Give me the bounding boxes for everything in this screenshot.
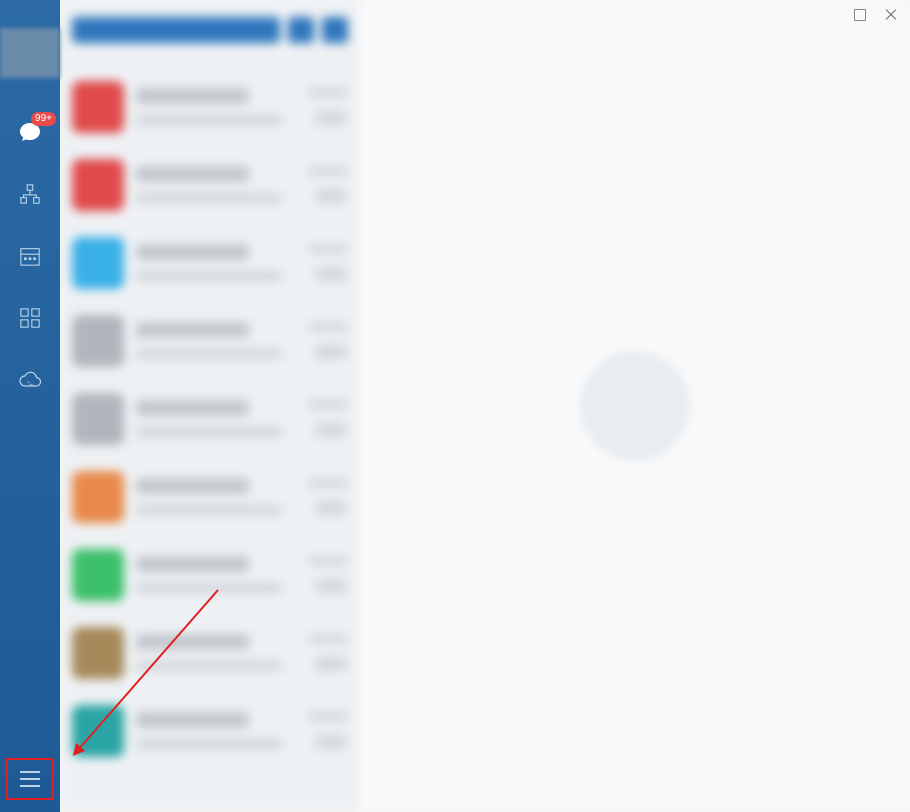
add-button[interactable] — [288, 17, 314, 43]
chat-meta — [298, 400, 348, 438]
window-controls — [830, 0, 910, 30]
chat-avatar — [72, 471, 124, 523]
search-input[interactable] — [72, 17, 280, 43]
chat-item[interactable] — [60, 692, 360, 770]
chat-text — [136, 322, 298, 360]
chat-item[interactable] — [60, 536, 360, 614]
chat-text — [136, 634, 298, 672]
chat-icon[interactable]: 99+ — [18, 120, 42, 144]
chat-text — [136, 478, 298, 516]
calendar-icon[interactable] — [18, 244, 42, 268]
chat-badge: 99+ — [31, 112, 56, 126]
hamburger-icon — [20, 771, 40, 787]
chat-avatar — [72, 393, 124, 445]
chat-avatar — [72, 315, 124, 367]
chat-item[interactable] — [60, 68, 360, 146]
chat-meta — [298, 712, 348, 750]
chat-list-panel — [60, 0, 360, 812]
menu-button[interactable] — [6, 758, 54, 800]
chat-item[interactable] — [60, 458, 360, 536]
chat-meta — [298, 322, 348, 360]
chat-meta — [298, 88, 348, 126]
chat-text — [136, 88, 298, 126]
left-nav-rail: 99+ — [0, 0, 60, 812]
chat-text — [136, 556, 298, 594]
chat-meta — [298, 244, 348, 282]
maximize-button[interactable] — [854, 9, 866, 21]
chat-text — [136, 244, 298, 282]
chat-meta — [298, 634, 348, 672]
chat-avatar — [72, 237, 124, 289]
chat-item[interactable] — [60, 380, 360, 458]
chat-meta — [298, 166, 348, 204]
search-row — [60, 0, 360, 60]
chat-item[interactable] — [60, 224, 360, 302]
chat-meta — [298, 556, 348, 594]
chat-avatar — [72, 705, 124, 757]
cloud-phone-icon[interactable] — [18, 368, 42, 392]
chat-text — [136, 712, 298, 750]
chat-avatar — [72, 549, 124, 601]
nav-icons-group: 99+ — [18, 120, 42, 392]
chat-item[interactable] — [60, 302, 360, 380]
chat-item[interactable] — [60, 146, 360, 224]
workspace-grid-icon[interactable] — [18, 306, 42, 330]
org-icon[interactable] — [18, 182, 42, 206]
chat-text — [136, 166, 298, 204]
loading-placeholder — [580, 351, 690, 461]
more-button[interactable] — [322, 17, 348, 43]
chat-item[interactable] — [60, 614, 360, 692]
chat-text — [136, 400, 298, 438]
chat-items-container — [60, 60, 360, 770]
chat-avatar — [72, 159, 124, 211]
chat-meta — [298, 478, 348, 516]
chat-avatar — [72, 627, 124, 679]
close-button[interactable] — [884, 9, 896, 21]
main-content — [360, 0, 910, 812]
user-avatar[interactable] — [0, 28, 60, 78]
chat-avatar — [72, 81, 124, 133]
